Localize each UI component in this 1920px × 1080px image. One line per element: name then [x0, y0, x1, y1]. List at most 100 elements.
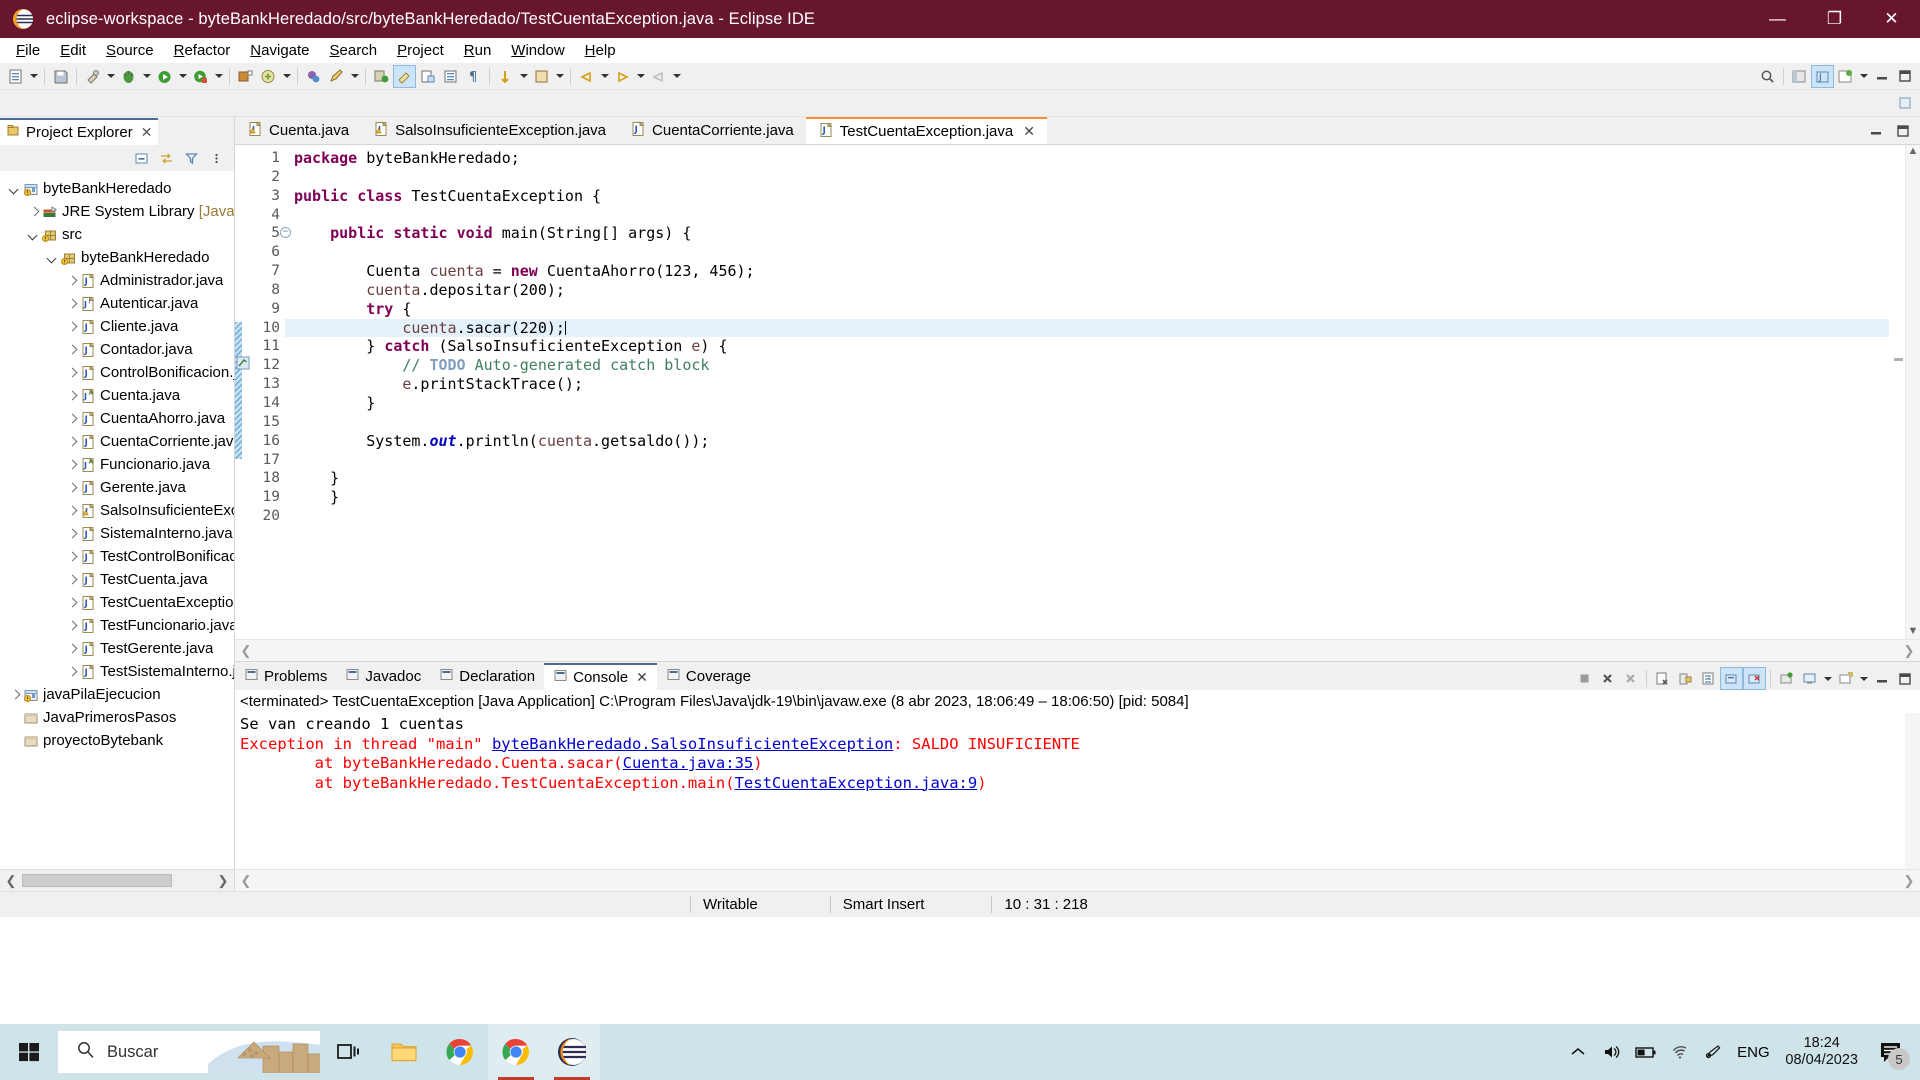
chevron-right-icon[interactable] — [65, 573, 79, 587]
save-icon[interactable] — [49, 65, 72, 88]
console-horizontal-scrollbar[interactable]: ❮ ❯ — [235, 869, 1920, 891]
console-stack-link[interactable]: Cuenta.java:35 — [623, 754, 754, 772]
code-line[interactable] — [285, 243, 1889, 262]
run-dropdown-arrow[interactable] — [176, 65, 189, 88]
chevron-right-icon[interactable] — [65, 274, 79, 288]
console-output[interactable]: Se van creando 1 cuentas Exception in thr… — [235, 713, 1920, 869]
code-line[interactable] — [285, 413, 1889, 432]
show-hidden-icons-icon[interactable] — [1561, 1024, 1595, 1080]
chevron-right-icon[interactable] — [65, 343, 79, 357]
tree-item[interactable]: proyectoBytebank — [0, 729, 234, 752]
tree-item[interactable]: JRE System Library [JavaSE- — [0, 200, 234, 223]
chrome-icon[interactable] — [432, 1024, 488, 1080]
editor-tab-salsoinsuficienteexception[interactable]: J SalsoInsuficienteException.java — [361, 117, 619, 144]
code-text[interactable]: package byteBankHeredado; public class T… — [285, 145, 1889, 639]
annotation-gutter[interactable] — [235, 145, 251, 639]
tree-item[interactable]: J TestFuncionario.java — [0, 614, 234, 637]
tree-item[interactable]: J A Cuenta.java — [0, 384, 234, 407]
scroll-left-icon[interactable]: ❮ — [235, 643, 257, 659]
last-edit-dropdown-arrow[interactable] — [670, 65, 683, 88]
bottom-tab-javadoc[interactable]: Javadoc — [336, 663, 430, 690]
new-class-icon[interactable] — [370, 65, 393, 88]
pen-settings-icon[interactable] — [1697, 1024, 1731, 1080]
chevron-right-icon[interactable] — [65, 619, 79, 633]
explorer-horizontal-scrollbar[interactable]: ❮ ❯ — [0, 869, 234, 891]
code-line[interactable]: public static void main(String[] args) { — [285, 224, 1889, 243]
tree-item[interactable]: javaPilaEjecucion — [0, 683, 234, 706]
open-console-icon[interactable] — [1834, 667, 1857, 690]
terminate-icon[interactable] — [1573, 667, 1596, 690]
new-java-package-icon[interactable] — [234, 65, 257, 88]
panel-maximize-icon[interactable] — [1893, 667, 1916, 690]
display-selected-console-icon[interactable] — [1798, 667, 1821, 690]
open-perspective-icon[interactable] — [1788, 65, 1811, 88]
code-line[interactable]: System.out.println(cuenta.getsaldo()); — [285, 432, 1889, 451]
build-dropdown-arrow[interactable] — [104, 65, 117, 88]
debug-perspective-icon[interactable] — [1834, 65, 1857, 88]
prev-annotation-dropdown-arrow[interactable] — [553, 65, 566, 88]
taskbar-clock[interactable]: 18:24 08/04/2023 — [1775, 1035, 1868, 1069]
new-dropdown-arrow[interactable] — [27, 65, 40, 88]
pilcrow-icon[interactable]: ¶ — [462, 65, 485, 88]
editor-tab-cuenta[interactable]: J Cuenta.java — [235, 117, 362, 144]
panel-maximize-icon[interactable] — [1891, 119, 1914, 142]
run-icon[interactable] — [153, 65, 176, 88]
menu-item-help[interactable]: Help — [575, 40, 626, 61]
new-icon[interactable] — [4, 65, 27, 88]
debug-dropdown-arrow[interactable] — [140, 65, 153, 88]
panel-maximize-icon[interactable] — [1893, 65, 1916, 88]
wifi-icon[interactable] — [1663, 1024, 1697, 1080]
editor-vertical-scrollbar[interactable]: ▲ ▼ — [1905, 145, 1920, 639]
quick-access-icon[interactable] — [1893, 92, 1916, 115]
chevron-right-icon[interactable] — [65, 297, 79, 311]
chevron-down-icon[interactable] — [46, 251, 60, 265]
code-line[interactable]: e.printStackTrace(); — [285, 375, 1889, 394]
panel-minimize-icon[interactable] — [1870, 65, 1893, 88]
tree-item[interactable]: J I Autenticar.java — [0, 292, 234, 315]
close-icon[interactable]: ✕ — [1023, 123, 1035, 140]
taskbar-search-box[interactable]: Buscar — [58, 1031, 320, 1073]
chevron-right-icon[interactable] — [65, 412, 79, 426]
toggle-markers-icon[interactable] — [439, 65, 462, 88]
view-menu-icon[interactable] — [205, 147, 228, 170]
chevron-right-icon[interactable] — [65, 504, 79, 518]
tree-item[interactable]: J SistemaInterno.java — [0, 522, 234, 545]
menu-item-refactor[interactable]: Refactor — [164, 40, 241, 61]
menu-item-source[interactable]: Source — [96, 40, 164, 61]
bottom-tab-console[interactable]: Console ✕ — [544, 663, 657, 690]
tree-item[interactable]: J Contador.java — [0, 338, 234, 361]
tree-item[interactable]: J CuentaAhorro.java — [0, 407, 234, 430]
tree-item[interactable]: J TestSistemaInterno.ja — [0, 660, 234, 683]
code-line[interactable]: Cuenta cuenta = new CuentaAhorro(123, 45… — [285, 262, 1889, 281]
annotation-icon[interactable] — [325, 65, 348, 88]
project-tree[interactable]: byteBankHeredado JRE System Library [Java… — [0, 171, 234, 869]
scroll-down-icon[interactable]: ▼ — [1908, 625, 1919, 639]
editor-tab-testcuentaexception[interactable]: J TestCuentaException.java ✕ — [805, 117, 1047, 144]
minimize-button[interactable]: — — [1749, 0, 1806, 38]
code-line[interactable]: } — [285, 488, 1889, 507]
console-dropdown-arrow[interactable] — [1821, 667, 1834, 690]
chevron-right-icon[interactable] — [65, 458, 79, 472]
close-button[interactable]: ✕ — [1863, 0, 1920, 38]
eclipse-icon[interactable] — [544, 1024, 600, 1080]
menu-item-run[interactable]: Run — [454, 40, 502, 61]
code-line[interactable] — [285, 168, 1889, 187]
chevron-right-icon[interactable] — [65, 435, 79, 449]
open-type-dropdown-arrow[interactable] — [280, 65, 293, 88]
word-wrap-icon[interactable] — [1697, 667, 1720, 690]
bottom-tab-coverage[interactable]: Coverage — [657, 663, 760, 690]
menu-item-search[interactable]: Search — [320, 40, 388, 61]
debug-icon[interactable] — [117, 65, 140, 88]
volume-icon[interactable] — [1595, 1024, 1629, 1080]
menu-item-navigate[interactable]: Navigate — [240, 40, 319, 61]
scroll-right-icon[interactable]: ❯ — [1898, 643, 1920, 659]
console-vertical-scrollbar[interactable] — [1905, 713, 1920, 869]
chevron-down-icon[interactable] — [27, 228, 41, 242]
next-annotation-icon[interactable] — [494, 65, 517, 88]
scroll-left-icon[interactable]: ❮ — [235, 873, 257, 889]
bottom-tab-problems[interactable]: Problems — [235, 663, 336, 690]
task-view-icon[interactable] — [320, 1024, 376, 1080]
menu-item-edit[interactable]: Edit — [50, 40, 96, 61]
search-icon[interactable] — [1756, 65, 1779, 88]
todo-marker-icon[interactable] — [236, 356, 250, 374]
